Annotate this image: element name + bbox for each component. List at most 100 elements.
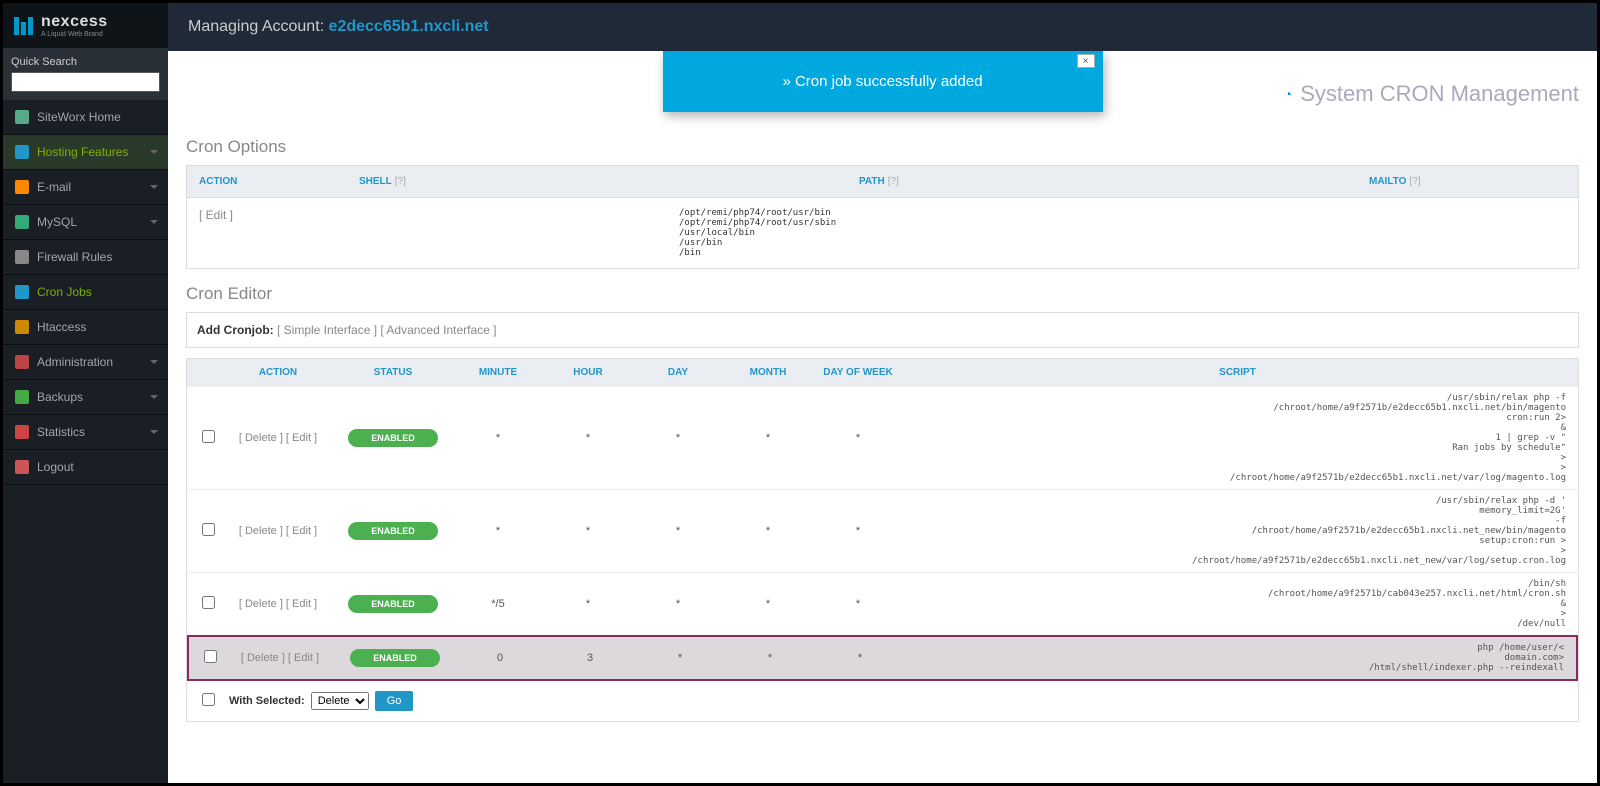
cell-dow: *	[813, 598, 903, 610]
cell-minute: *	[453, 525, 543, 537]
cell-hour: *	[543, 598, 633, 610]
header-account[interactable]: e2decc65b1.nxcli.net	[329, 18, 489, 35]
sidebar-item-cron-jobs[interactable]: Cron Jobs	[3, 275, 168, 310]
col-action-header[interactable]: ACTION	[199, 176, 359, 187]
page-title-text: System CRON Management	[1300, 81, 1579, 107]
col-hour[interactable]: HOUR	[543, 367, 633, 378]
nav-icon	[15, 215, 29, 229]
cell-day: *	[633, 525, 723, 537]
nav-icon	[15, 425, 29, 439]
sidebar-item-label: E-mail	[37, 180, 71, 194]
cell-dow: *	[813, 432, 903, 444]
notification-close-button[interactable]: ×	[1077, 54, 1095, 68]
cell-hour: 3	[545, 652, 635, 664]
sidebar-item-mysql[interactable]: MySQL	[3, 205, 168, 240]
nav: SiteWorx Home Hosting Features E-mail MySQL…	[3, 100, 168, 485]
sidebar-item-statistics[interactable]: Statistics	[3, 415, 168, 450]
bulk-action-select[interactable]: Delete	[311, 692, 369, 710]
notification-text: » Cron job successfully added	[782, 73, 982, 90]
cell-day: *	[635, 652, 725, 664]
sidebar-item-administration[interactable]: Administration	[3, 345, 168, 380]
cron-editor-box: Add Cronjob: [ Simple Interface ] [ Adva…	[186, 312, 1579, 348]
quick-search-input[interactable]	[11, 72, 160, 92]
sidebar-item-label: SiteWorx Home	[37, 110, 121, 124]
row-actions[interactable]: [ Delete ] [ Edit ]	[223, 598, 333, 610]
cell-month: *	[725, 652, 815, 664]
notification-banner: » Cron job successfully added ×	[663, 51, 1103, 112]
nav-icon	[15, 355, 29, 369]
content: » Cron job successfully added × ◔ System…	[168, 51, 1597, 783]
col-shell-header[interactable]: SHELL[?]	[359, 176, 859, 187]
nav-icon	[15, 250, 29, 264]
cell-day: *	[633, 598, 723, 610]
help-icon[interactable]: [?]	[888, 176, 899, 187]
cell-minute: */5	[453, 598, 543, 610]
add-cronjob-label: Add Cronjob:	[197, 323, 274, 337]
col-dow[interactable]: DAY OF WEEK	[813, 367, 903, 378]
row-actions[interactable]: [ Delete ] [ Edit ]	[223, 432, 333, 444]
logo[interactable]: nexcess A Liquid Web Brand	[3, 3, 168, 48]
status-badge: ENABLED	[350, 649, 440, 667]
cron-row: [ Delete ] [ Edit ]ENABLED03***php /home…	[187, 635, 1578, 681]
cron-row: [ Delete ] [ Edit ]ENABLED*****/usr/sbin…	[187, 489, 1578, 572]
advanced-interface-link[interactable]: [ Advanced Interface ]	[380, 323, 496, 337]
logo-name: nexcess	[41, 13, 108, 31]
quick-search-label: Quick Search	[11, 56, 160, 68]
col-action[interactable]: ACTION	[223, 367, 333, 378]
select-all-checkbox[interactable]	[202, 693, 215, 706]
logo-icon	[11, 14, 35, 38]
col-minute[interactable]: MINUTE	[453, 367, 543, 378]
shell-paths: /opt/remi/php74/root/usr/bin /opt/remi/p…	[679, 208, 836, 258]
cron-options-title: Cron Options	[186, 137, 1579, 157]
sidebar-item-e-mail[interactable]: E-mail	[3, 170, 168, 205]
row-actions[interactable]: [ Delete ] [ Edit ]	[225, 652, 335, 664]
row-checkbox[interactable]	[202, 430, 215, 443]
edit-cron-options-link[interactable]: [ Edit ]	[199, 208, 233, 222]
col-day[interactable]: DAY	[633, 367, 723, 378]
nav-icon	[15, 320, 29, 334]
help-icon[interactable]: [?]	[1409, 176, 1420, 187]
col-status[interactable]: STATUS	[333, 367, 453, 378]
sidebar-item-label: Administration	[37, 355, 113, 369]
row-checkbox[interactable]	[204, 650, 217, 663]
simple-interface-link[interactable]: [ Simple Interface ]	[277, 323, 377, 337]
sidebar-item-label: Htaccess	[37, 320, 86, 334]
status-badge: ENABLED	[348, 595, 438, 613]
cell-minute: 0	[455, 652, 545, 664]
sidebar: nexcess A Liquid Web Brand Quick Search …	[3, 3, 168, 783]
status-badge: ENABLED	[348, 522, 438, 540]
logo-subtitle: A Liquid Web Brand	[41, 31, 108, 38]
col-mailto-header[interactable]: MAILTO[?]	[1369, 176, 1421, 187]
help-icon[interactable]: [?]	[395, 176, 406, 187]
row-checkbox[interactable]	[202, 596, 215, 609]
cell-month: *	[723, 432, 813, 444]
sidebar-item-backups[interactable]: Backups	[3, 380, 168, 415]
sidebar-item-siteworx-home[interactable]: SiteWorx Home	[3, 100, 168, 135]
sidebar-item-firewall-rules[interactable]: Firewall Rules	[3, 240, 168, 275]
bulk-go-button[interactable]: Go	[375, 691, 414, 711]
cell-dow: *	[815, 652, 905, 664]
cron-row: [ Delete ] [ Edit ]ENABLED*/5****/bin/sh…	[187, 572, 1578, 635]
cell-month: *	[723, 598, 813, 610]
sidebar-item-label: Firewall Rules	[37, 250, 112, 264]
sidebar-item-htaccess[interactable]: Htaccess	[3, 310, 168, 345]
cron-row: [ Delete ] [ Edit ]ENABLED*****/usr/sbin…	[187, 386, 1578, 489]
nav-icon	[15, 145, 29, 159]
status-badge: ENABLED	[348, 429, 438, 447]
cron-table: ACTION STATUS MINUTE HOUR DAY MONTH DAY …	[186, 358, 1579, 722]
col-path-header[interactable]: PATH[?]	[859, 176, 1369, 187]
cron-table-header: ACTION STATUS MINUTE HOUR DAY MONTH DAY …	[187, 359, 1578, 386]
sidebar-item-hosting-features[interactable]: Hosting Features	[3, 135, 168, 170]
cell-script: php /home/user/< domain.com> /html/shell…	[905, 643, 1570, 673]
sidebar-item-logout[interactable]: Logout	[3, 450, 168, 485]
row-actions[interactable]: [ Delete ] [ Edit ]	[223, 525, 333, 537]
col-month[interactable]: MONTH	[723, 367, 813, 378]
sidebar-item-label: Hosting Features	[37, 145, 128, 159]
nav-icon	[15, 285, 29, 299]
header-bar: Managing Account: e2decc65b1.nxcli.net	[168, 3, 1597, 51]
sidebar-item-label: Logout	[37, 460, 74, 474]
row-checkbox[interactable]	[202, 523, 215, 536]
col-script[interactable]: SCRIPT	[903, 367, 1572, 378]
bulk-label: With Selected:	[229, 695, 305, 707]
nav-icon	[15, 180, 29, 194]
